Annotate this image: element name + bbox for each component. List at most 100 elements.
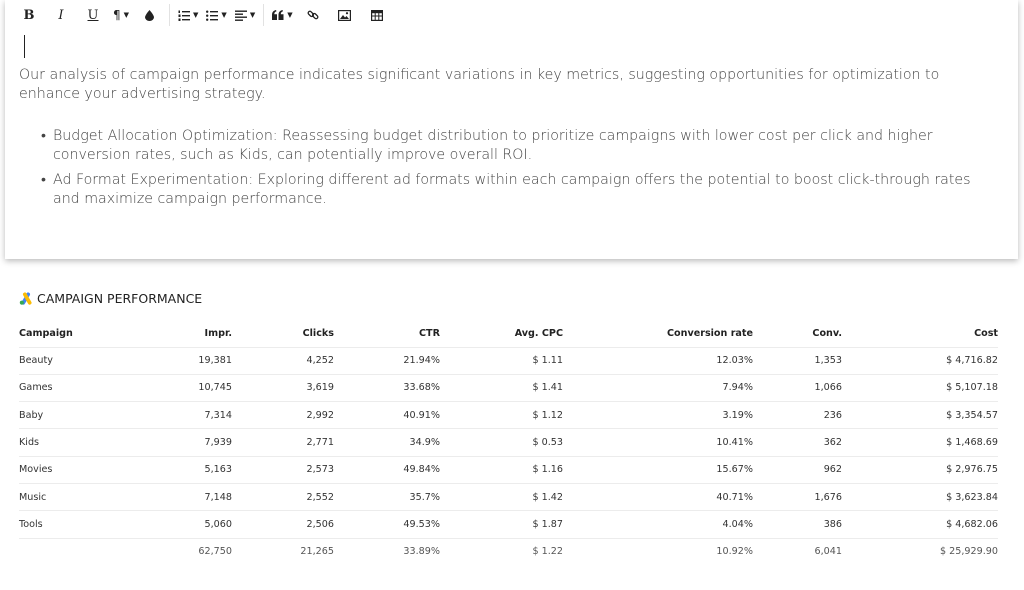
table-row: Tools 5,060 2,506 49.53% $ 1.87 4.04% 38… xyxy=(19,510,998,539)
color-drop-icon xyxy=(144,9,154,21)
cell-clicks: 2,552 xyxy=(232,483,334,512)
cell-clicks: 3,619 xyxy=(232,374,334,403)
cell-avg-cpc: $ 0.53 xyxy=(440,428,563,457)
list-item: Budget Allocation Optimization: Reassess… xyxy=(41,127,994,165)
cell-impressions: 7,314 xyxy=(129,401,232,430)
paragraph-format-dropdown[interactable]: ¶ ▼ xyxy=(109,0,133,30)
cell-ctr: 49.84% xyxy=(334,456,440,484)
section-title-text: CAMPAIGN PERFORMANCE xyxy=(37,291,203,306)
header-impressions[interactable]: Impr. xyxy=(129,320,232,348)
cell-conversions: 962 xyxy=(753,456,842,484)
underline-button[interactable]: U xyxy=(77,0,109,30)
table-icon xyxy=(370,9,383,21)
cell-campaign: Beauty xyxy=(19,347,129,375)
cell-conversions: 1,353 xyxy=(753,347,842,375)
cell-conversion-rate: 4.04% xyxy=(563,510,753,539)
cell-conversions: 362 xyxy=(753,428,842,457)
cell-clicks: 2,771 xyxy=(232,428,334,457)
bold-icon: B xyxy=(23,7,35,23)
image-icon xyxy=(338,9,352,21)
quote-dropdown[interactable]: ▼ xyxy=(268,0,296,30)
cell-avg-cpc: $ 1.41 xyxy=(440,374,563,403)
chevron-down-icon: ▼ xyxy=(287,11,293,19)
cell-avg-cpc: $ 1.12 xyxy=(440,401,563,430)
cell-ctr: 49.53% xyxy=(334,510,440,539)
toolbar-divider xyxy=(169,4,171,26)
italic-button[interactable]: I xyxy=(45,0,77,30)
editor-content[interactable]: Our analysis of campaign performance ind… xyxy=(19,66,994,215)
cell-clicks: 2,573 xyxy=(232,456,334,484)
cell-conversion-rate: 15.67% xyxy=(563,456,753,484)
table-row: Kids 7,939 2,771 34.9% $ 0.53 10.41% 362… xyxy=(19,428,998,457)
bold-button[interactable]: B xyxy=(13,0,45,30)
table-totals-row: 62,750 21,265 33.89% $ 1.22 10.92% 6,041… xyxy=(19,538,998,565)
cell-ctr: 21.94% xyxy=(334,347,440,375)
header-conversions[interactable]: Conv. xyxy=(753,320,842,348)
cell-conversions: 236 xyxy=(753,401,842,430)
cell-clicks: 2,992 xyxy=(232,401,334,430)
table-header-row: Campaign Impr. Clicks CTR Avg. CPC Conve… xyxy=(19,320,998,348)
cell-total-clicks: 21,265 xyxy=(300,546,334,558)
bullet-list-icon xyxy=(206,10,219,21)
cell-conversion-rate: 10.41% xyxy=(563,428,753,457)
header-ctr[interactable]: CTR xyxy=(334,320,440,348)
header-conversion-rate[interactable]: Conversion rate xyxy=(563,320,753,348)
align-left-icon xyxy=(234,10,247,21)
cell-impressions: 10,745 xyxy=(129,374,232,403)
cell-campaign: Music xyxy=(19,483,129,512)
insert-link-button[interactable] xyxy=(297,0,329,30)
cell-campaign: Movies xyxy=(19,456,129,484)
chevron-down-icon: ▼ xyxy=(249,11,256,19)
cell-cost: $ 3,623.84 xyxy=(842,483,998,512)
ordered-list-icon xyxy=(178,10,191,21)
cell-conversion-rate: 40.71% xyxy=(563,483,753,512)
rich-text-editor[interactable]: B I U ¶ ▼ ▼ ▼ ▼ ▼ Our analysis of campai… xyxy=(5,0,1018,259)
cell-conversion-rate: 7.94% xyxy=(563,374,753,403)
cell-clicks: 4,252 xyxy=(232,347,334,375)
cell-cost: $ 1,468.69 xyxy=(842,428,998,457)
header-cost[interactable]: Cost xyxy=(842,320,998,348)
campaign-performance-table: Campaign Impr. Clicks CTR Avg. CPC Conve… xyxy=(19,320,998,565)
cell-avg-cpc: $ 1.16 xyxy=(440,456,563,484)
cell-impressions: 19,381 xyxy=(129,347,232,375)
cell-total-impressions: 62,750 xyxy=(198,546,232,558)
cell-impressions: 5,163 xyxy=(129,456,232,484)
cell-total-label xyxy=(19,538,129,565)
cell-cost: $ 2,976.75 xyxy=(842,456,998,484)
cell-campaign: Games xyxy=(19,374,129,403)
cell-total-ctr: 33.89% xyxy=(403,546,440,558)
cell-clicks: 2,506 xyxy=(232,510,334,539)
intro-paragraph: Our analysis of campaign performance ind… xyxy=(19,67,940,102)
cell-conversions: 1,066 xyxy=(753,374,842,403)
header-campaign[interactable]: Campaign xyxy=(19,320,129,348)
insert-image-button[interactable] xyxy=(329,0,361,30)
header-avg-cpc[interactable]: Avg. CPC xyxy=(440,320,563,348)
google-ads-icon xyxy=(19,292,32,305)
underline-icon: U xyxy=(87,7,99,23)
cell-total-avg-cpc: $ 1.22 xyxy=(532,546,563,558)
cell-conversions: 386 xyxy=(753,510,842,539)
bullet-list-button[interactable]: ▼ xyxy=(202,0,230,30)
cell-total-cost: $ 25,929.90 xyxy=(940,546,998,558)
align-dropdown[interactable]: ▼ xyxy=(231,0,259,30)
table-row: Beauty 19,381 4,252 21.94% $ 1.11 12.03%… xyxy=(19,347,998,375)
table-row: Baby 7,314 2,992 40.91% $ 1.12 3.19% 236… xyxy=(19,401,998,430)
header-clicks[interactable]: Clicks xyxy=(232,320,334,348)
cell-conversion-rate: 3.19% xyxy=(563,401,753,430)
cell-avg-cpc: $ 1.42 xyxy=(440,483,563,512)
table-row: Music 7,148 2,552 35.7% $ 1.42 40.71% 1,… xyxy=(19,483,998,512)
text-color-button[interactable] xyxy=(133,0,165,30)
cell-conversion-rate: 12.03% xyxy=(563,347,753,375)
cell-cost: $ 5,107.18 xyxy=(842,374,998,403)
list-item: Ad Format Experimentation: Exploring dif… xyxy=(41,171,994,209)
chevron-down-icon: ▼ xyxy=(221,11,227,19)
chevron-down-icon: ▼ xyxy=(123,11,130,19)
ordered-list-button[interactable]: ▼ xyxy=(174,0,202,30)
quote-icon xyxy=(272,10,284,20)
italic-icon: I xyxy=(58,7,64,23)
cell-cost: $ 4,716.82 xyxy=(842,347,998,375)
insert-table-button[interactable] xyxy=(361,0,393,30)
text-cursor xyxy=(24,35,25,58)
cell-impressions: 5,060 xyxy=(129,510,232,539)
editor-toolbar: B I U ¶ ▼ ▼ ▼ ▼ ▼ xyxy=(5,0,1018,30)
